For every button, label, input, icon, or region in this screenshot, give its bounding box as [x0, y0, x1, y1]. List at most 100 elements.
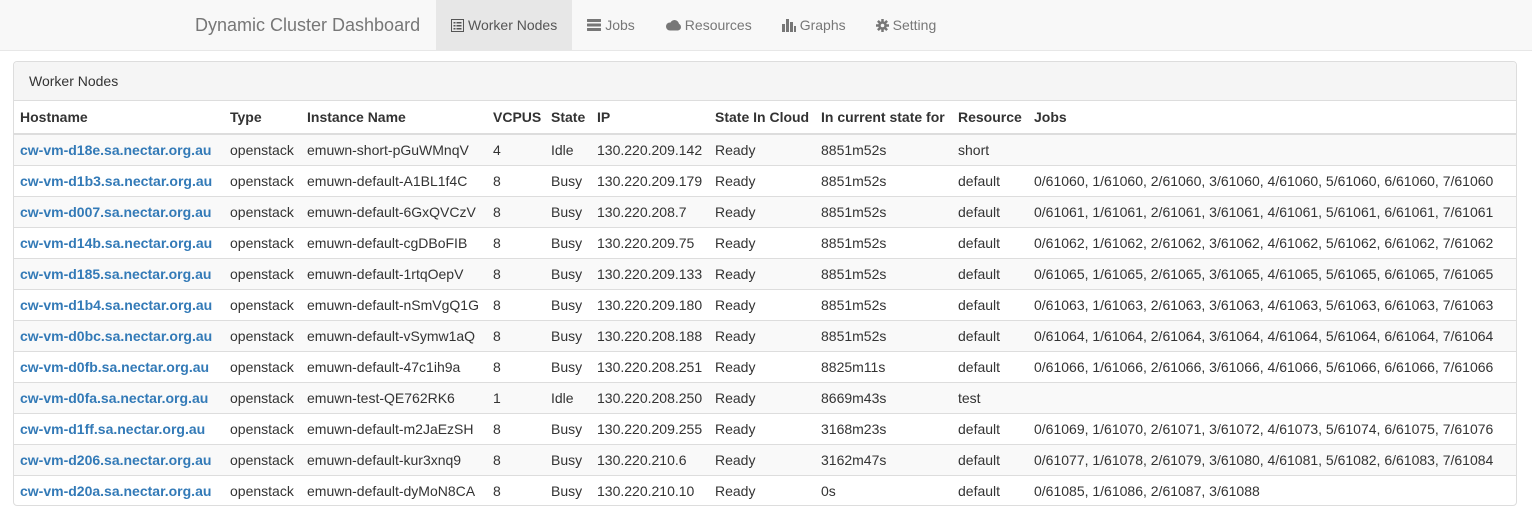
instance-name-cell: emuwn-default-1rtqOepV	[301, 258, 487, 290]
vcpus-cell: 8	[487, 351, 545, 383]
ip-cell: 130.220.208.250	[591, 382, 709, 414]
state-cell: Busy	[545, 289, 591, 321]
nav-jobs[interactable]: Jobs	[572, 0, 650, 50]
hostname-link[interactable]: cw-vm-d20a.sa.nectar.org.au	[20, 483, 211, 499]
ip-cell: 130.220.208.251	[591, 351, 709, 383]
nav-resources[interactable]: Resources	[650, 0, 767, 50]
state-in-cloud-cell: Ready	[709, 227, 815, 259]
ip-cell: 130.220.208.7	[591, 196, 709, 228]
column-header: IP	[591, 101, 709, 135]
nav-graphs[interactable]: Graphs	[767, 0, 861, 50]
state-cell: Busy	[545, 444, 591, 476]
table-row: cw-vm-d0fb.sa.nectar.org.au openstack emuw…	[14, 351, 1516, 383]
state-duration-cell: 8851m52s	[815, 196, 952, 228]
hostname-link[interactable]: cw-vm-d1b3.sa.nectar.org.au	[20, 173, 212, 189]
jobs-cell: 0/61060, 1/61060, 2/61060, 3/61060, 4/61…	[1028, 165, 1516, 197]
nav-worker-nodes[interactable]: Worker Nodes	[436, 0, 573, 50]
resource-cell: short	[952, 133, 1028, 166]
state-in-cloud-cell: Ready	[709, 413, 815, 445]
state-in-cloud-cell: Ready	[709, 351, 815, 383]
jobs-cell	[1028, 382, 1516, 414]
state-duration-cell: 8851m52s	[815, 133, 952, 166]
hostname-link[interactable]: cw-vm-d185.sa.nectar.org.au	[20, 266, 211, 282]
hostname-cell: cw-vm-d206.sa.nectar.org.au	[14, 444, 224, 476]
state-cell: Busy	[545, 413, 591, 445]
table-row: cw-vm-d0fa.sa.nectar.org.au openstack emuw…	[14, 382, 1516, 414]
column-header: VCPUS	[487, 101, 545, 135]
jobs-cell: 0/61077, 1/61078, 2/61079, 3/61080, 4/61…	[1028, 444, 1516, 476]
worker-nodes-table: Hostname Type Instance Name VCPUS State …	[14, 101, 1516, 506]
bar-chart-icon	[781, 18, 796, 32]
resource-cell: test	[952, 382, 1028, 414]
vcpus-cell: 8	[487, 258, 545, 290]
state-cell: Idle	[545, 382, 591, 414]
hostname-cell: cw-vm-d0bc.sa.nectar.org.au	[14, 320, 224, 352]
state-duration-cell: 3162m47s	[815, 444, 952, 476]
hostname-cell: cw-vm-d0fb.sa.nectar.org.au	[14, 351, 224, 383]
resource-cell: default	[952, 227, 1028, 259]
hostname-link[interactable]: cw-vm-d007.sa.nectar.org.au	[20, 204, 211, 220]
instance-name-cell: emuwn-test-QE762RK6	[301, 382, 487, 414]
jobs-cell: 0/61061, 1/61061, 2/61061, 3/61061, 4/61…	[1028, 196, 1516, 228]
nav-label: Resources	[684, 17, 752, 33]
main-nav: Worker Nodes Jobs Resources Graphs Setti…	[436, 0, 951, 50]
vcpus-cell: 1	[487, 382, 545, 414]
jobs-cell	[1028, 133, 1516, 166]
type-cell: openstack	[224, 382, 301, 414]
ip-cell: 130.220.209.142	[591, 133, 709, 166]
vcpus-cell: 8	[487, 165, 545, 197]
hostname-link[interactable]: cw-vm-d18e.sa.nectar.org.au	[20, 142, 211, 158]
vcpus-cell: 8	[487, 444, 545, 476]
state-cell: Busy	[545, 475, 591, 506]
resource-cell: default	[952, 320, 1028, 352]
state-in-cloud-cell: Ready	[709, 320, 815, 352]
type-cell: openstack	[224, 444, 301, 476]
resource-cell: default	[952, 165, 1028, 197]
state-duration-cell: 8851m52s	[815, 320, 952, 352]
table-header-row: Hostname Type Instance Name VCPUS State …	[14, 101, 1516, 135]
brand-title[interactable]: Dynamic Cluster Dashboard	[195, 0, 420, 50]
table-row: cw-vm-d007.sa.nectar.org.au openstack emuw…	[14, 196, 1516, 228]
column-header: Jobs	[1028, 101, 1516, 135]
cloud-icon	[665, 19, 681, 30]
hostname-cell: cw-vm-d1ff.sa.nectar.org.au	[14, 413, 224, 445]
state-duration-cell: 8669m43s	[815, 382, 952, 414]
table-row: cw-vm-d0bc.sa.nectar.org.au openstack emuw…	[14, 320, 1516, 352]
type-cell: openstack	[224, 475, 301, 506]
hostname-cell: cw-vm-d007.sa.nectar.org.au	[14, 196, 224, 228]
ip-cell: 130.220.209.180	[591, 289, 709, 321]
jobs-cell: 0/61069, 1/61070, 2/61071, 3/61072, 4/61…	[1028, 413, 1516, 445]
state-duration-cell: 8851m52s	[815, 165, 952, 197]
nav-setting[interactable]: Setting	[861, 0, 952, 50]
hostname-link[interactable]: cw-vm-d1b4.sa.nectar.org.au	[20, 297, 212, 313]
nav-label: Worker Nodes	[468, 17, 558, 33]
column-header: Type	[224, 101, 301, 135]
hostname-link[interactable]: cw-vm-d0fa.sa.nectar.org.au	[20, 390, 208, 406]
hostname-link[interactable]: cw-vm-d0bc.sa.nectar.org.au	[20, 328, 212, 344]
nav-label: Setting	[892, 17, 937, 33]
hostname-link[interactable]: cw-vm-d0fb.sa.nectar.org.au	[20, 359, 209, 375]
hostname-cell: cw-vm-d20a.sa.nectar.org.au	[14, 475, 224, 506]
hostname-link[interactable]: cw-vm-d14b.sa.nectar.org.au	[20, 235, 212, 251]
table-row: cw-vm-d20a.sa.nectar.org.au openstack emuw…	[14, 475, 1516, 506]
table-row: cw-vm-d14b.sa.nectar.org.au openstack emuw…	[14, 227, 1516, 259]
instance-name-cell: emuwn-default-kur3xnq9	[301, 444, 487, 476]
hostname-link[interactable]: cw-vm-d1ff.sa.nectar.org.au	[20, 421, 205, 437]
type-cell: openstack	[224, 351, 301, 383]
jobs-cell: 0/61062, 1/61062, 2/61062, 3/61062, 4/61…	[1028, 227, 1516, 259]
vcpus-cell: 8	[487, 320, 545, 352]
hostname-cell: cw-vm-d1b4.sa.nectar.org.au	[14, 289, 224, 321]
column-header: Instance Name	[301, 101, 487, 135]
hostname-cell: cw-vm-d18e.sa.nectar.org.au	[14, 133, 224, 166]
type-cell: openstack	[224, 165, 301, 197]
panel-title: Worker Nodes	[14, 62, 1516, 101]
hostname-link[interactable]: cw-vm-d206.sa.nectar.org.au	[20, 452, 211, 468]
gear-icon	[875, 18, 889, 32]
column-header: In current state for	[815, 101, 952, 135]
table-row: cw-vm-d1ff.sa.nectar.org.au openstack emuw…	[14, 413, 1516, 445]
instance-name-cell: emuwn-default-dyMoN8CA	[301, 475, 487, 506]
instance-name-cell: emuwn-short-pGuWMnqV	[301, 133, 487, 166]
state-in-cloud-cell: Ready	[709, 382, 815, 414]
vcpus-cell: 8	[487, 227, 545, 259]
vcpus-cell: 8	[487, 475, 545, 506]
